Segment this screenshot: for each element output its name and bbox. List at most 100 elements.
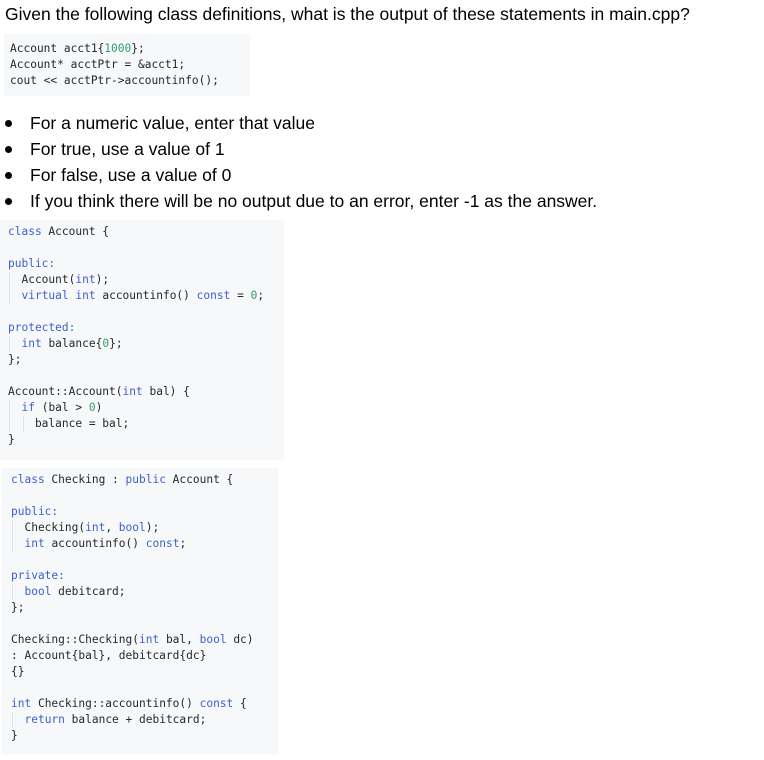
code-token: balance{ <box>41 337 103 350</box>
code-line: }; <box>8 352 21 368</box>
code-token: bal, <box>159 633 200 646</box>
code-line: bool debitcard; <box>11 584 125 600</box>
code-token: (bal > <box>34 401 89 414</box>
account-class-code-block: class Account { public: Account(int); vir… <box>0 220 284 460</box>
code-line: : Account{bal}, debitcard{dc} <box>11 648 206 664</box>
code-token: cout << acctPtr->accountinfo(); <box>10 74 219 87</box>
code-line: {} <box>11 664 24 680</box>
code-token: class <box>11 473 45 486</box>
code-token: } <box>11 729 18 742</box>
code-line: Account(int); <box>8 272 109 288</box>
indent-guide <box>12 584 13 600</box>
code-token: accountinfo() <box>95 289 197 302</box>
code-token: return <box>24 713 65 726</box>
code-token: Account* acctPtr = &acct1; <box>10 58 186 71</box>
code-line: Account* acctPtr = &acct1; <box>10 57 185 73</box>
code-token: Account acct1{ <box>10 42 105 55</box>
code-token: const <box>145 537 180 550</box>
checking-class-code-block: class Checking : public Account {public:… <box>2 468 278 754</box>
code-token: ; <box>257 289 265 302</box>
code-token: dc) <box>226 633 254 646</box>
code-line: cout << acctPtr->accountinfo(); <box>10 73 219 89</box>
code-token: Account { <box>165 473 234 486</box>
bullet-dot-icon <box>5 198 12 205</box>
code-line: } <box>11 728 18 744</box>
indent-guide <box>9 400 10 432</box>
code-line: }; <box>11 600 24 616</box>
code-token: Account { <box>41 225 110 238</box>
code-token: Checking( <box>11 521 86 534</box>
code-line: class Account { <box>8 224 109 240</box>
code-line: protected: <box>8 320 75 336</box>
indent-guide <box>23 416 24 432</box>
code-token: }; <box>11 601 25 614</box>
code-token: ); <box>95 273 110 286</box>
code-line: Account::Account(int bal) { <box>8 384 190 400</box>
code-line: Checking::Checking(int bal, bool dc) <box>11 632 254 648</box>
code-line: Account acct1{1000}; <box>10 41 145 57</box>
code-line: return balance + debitcard; <box>11 712 206 728</box>
code-token: 0 <box>88 401 96 414</box>
instruction-text: For true, use a value of 1 <box>30 139 225 159</box>
bullet-dot-icon <box>5 172 12 179</box>
code-token: : Account{bal}, debitcard{dc} <box>11 649 207 662</box>
code-token: int <box>24 537 45 550</box>
code-token: int <box>21 337 42 350</box>
code-token: { <box>233 697 247 710</box>
code-line: int accountinfo() const; <box>11 536 186 552</box>
main-snippet-code-block: Account acct1{1000}; Account* acctPtr = &… <box>4 34 250 96</box>
code-token: } <box>8 433 15 446</box>
code-token: if <box>21 401 35 414</box>
code-token: const <box>199 697 234 710</box>
code-token: ); <box>145 521 160 534</box>
code-token: Checking::Checking( <box>11 633 139 646</box>
code-token: bal) { <box>142 385 190 398</box>
indent-guide <box>12 520 13 552</box>
code-line: virtual int accountinfo() const = 0; <box>8 288 264 304</box>
indent-guide <box>9 336 10 352</box>
code-line: int balance{0}; <box>8 336 123 352</box>
code-token: bool <box>24 585 52 598</box>
code-token: int <box>85 521 106 534</box>
code-token: Account::Account( <box>8 385 123 398</box>
code-token: ) <box>95 401 103 414</box>
code-line: public: <box>8 256 55 272</box>
code-token: {} <box>11 665 25 678</box>
code-token: bool <box>118 521 146 534</box>
instruction-text: If you think there will be no output due… <box>30 191 598 211</box>
code-line: int Checking::accountinfo() const { <box>11 696 247 712</box>
code-token: int <box>75 273 96 286</box>
code-token: public <box>125 473 166 486</box>
code-token: int <box>138 633 160 646</box>
code-token: ; <box>179 537 187 550</box>
code-token: = <box>230 289 251 302</box>
code-token: , <box>105 521 119 534</box>
code-token: int <box>122 385 143 398</box>
code-token: Checking : <box>44 473 126 486</box>
code-token: }; <box>109 337 123 350</box>
code-token: private: <box>11 569 65 582</box>
bullet-dot-icon <box>5 120 12 127</box>
code-line: } <box>8 432 15 448</box>
code-token: balance = bal; <box>8 417 130 430</box>
code-token: protected: <box>8 321 76 334</box>
indent-guide <box>12 712 13 728</box>
code-token: class <box>8 225 42 238</box>
code-token: const <box>196 289 231 302</box>
bullet-dot-icon <box>5 146 12 153</box>
question-text: Given the following class definitions, w… <box>5 4 690 24</box>
code-token: 1000 <box>104 42 132 55</box>
code-line: public: <box>11 504 58 520</box>
code-token: }; <box>8 353 22 366</box>
code-line: Checking(int, bool); <box>11 520 159 536</box>
code-line: balance = bal; <box>8 416 129 432</box>
code-token: public: <box>11 505 59 518</box>
instruction-text: For false, use a value of 0 <box>30 165 232 185</box>
code-line: class Checking : public Account { <box>11 472 233 488</box>
code-token: accountinfo() <box>44 537 146 550</box>
